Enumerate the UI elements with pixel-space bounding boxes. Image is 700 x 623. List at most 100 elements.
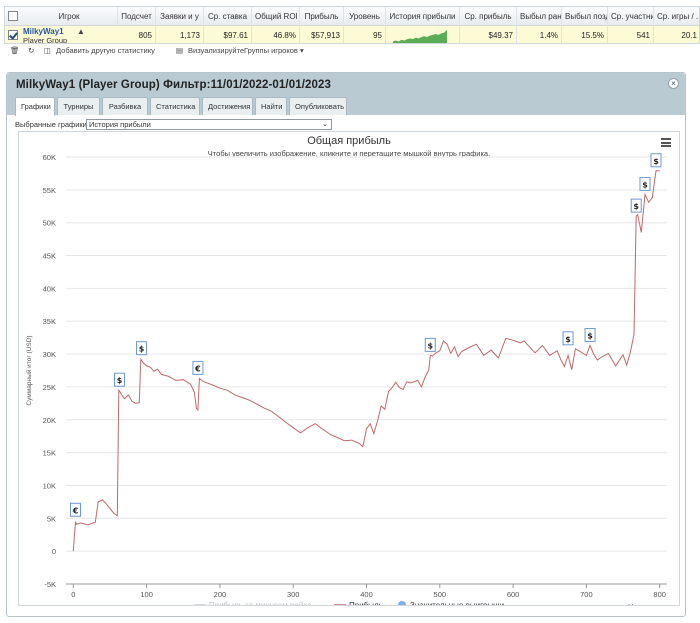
graph-selector-label: Выбранные графики: [15,120,89,129]
chart-title: Общая прибыль [307,135,391,147]
col-avg-profit[interactable]: Ср. прибыль [460,7,517,26]
y-tick-label: 35K [43,317,56,326]
player-name-link[interactable]: MilkyWay1 [23,27,64,36]
tab-graphs[interactable]: Графики [15,97,55,116]
tab-publish[interactable]: Опубликовать [289,97,347,115]
col-profit-history[interactable]: История прибыли [386,7,460,26]
y-tick-label: 20K [43,416,56,425]
tab-tournaments[interactable]: Турниры [57,97,100,115]
player-stats-table: Игрок Подсчет Заявки и у Ср. ставка Общи… [4,6,700,44]
y-tick-label: 0 [52,547,56,556]
row-checkbox[interactable] [8,30,18,40]
legend-profit-label: Прибыль [349,601,383,605]
col-late-out[interactable]: Выбыл позд [562,7,608,26]
x-tick-label: 0 [71,590,75,599]
tab-statistics[interactable]: Статистика [150,97,200,115]
big-win-symbol: $ [117,376,123,385]
x-tick-label: 600 [507,590,520,599]
x-tick-label: 200 [214,590,227,599]
val-games-per: 20.1 [654,26,699,43]
player-groups-dropdown[interactable]: Группы игроков ▾ [244,46,304,55]
col-roi[interactable]: Общий ROI [252,7,300,26]
val-late-out: 15.5% [562,26,608,43]
legend-rakeless-label: Прибыль за минусом рейка [209,601,312,605]
profit-history-sparkline [393,29,447,43]
y-tick-label: 55K [43,186,56,195]
player-groups-label: Группы игроков [244,46,298,55]
big-win-symbol: $ [427,341,433,350]
y-tick-label: -5K [44,580,56,589]
big-win-symbol: $ [139,345,145,354]
y-axis-title: Суммарный итог (USD) [25,335,33,405]
chart-container[interactable]: Общая прибыль Чтобы увеличить изображение… [18,131,680,611]
val-level: 95 [344,26,386,43]
player-group-icon: ▲ [77,27,85,36]
visualize-link[interactable]: Визуализируйте [188,46,244,55]
profit-series-line [72,170,660,552]
big-win-symbol: $ [587,332,593,341]
big-win-symbol: € [194,364,201,373]
refresh-icon[interactable]: ↻ [28,46,34,55]
val-count: 805 [118,26,156,43]
col-count[interactable]: Подсчет [118,7,156,26]
x-tick-label: 100 [140,590,153,599]
trash-icon[interactable]: 🗑 [10,46,20,55]
tab-breakdown[interactable]: Разбивка [102,97,148,115]
app-root: Игрок Подсчет Заявки и у Ср. ставка Общи… [0,0,700,623]
panel-title: MilkyWay1 (Player Group) Фильтр:11/01/20… [16,79,331,91]
val-avg-profit: $49.37 [460,26,517,43]
col-profit[interactable]: Прибыль [300,7,344,26]
player-panel: MilkyWay1 (Player Group) Фильтр:11/01/20… [6,72,686,617]
big-win-symbol: $ [642,180,648,189]
val-avg-stake: $97.61 [204,26,252,43]
y-tick-label: 40K [43,284,56,293]
add-stat-link[interactable]: Добавить другую статистику [56,46,155,55]
player-subtitle: Player Group [23,36,68,44]
col-games-per[interactable]: Ср. игры / . [654,7,699,26]
y-tick-label: 30K [43,350,56,359]
x-tick-label: 500 [434,590,447,599]
tab-search[interactable]: Найти [255,97,287,115]
y-tick-label: 45K [43,252,56,261]
stats-header-row: Игрок Подсчет Заявки и у Ср. ставка Общи… [5,7,699,26]
x-tick-label: 300 [287,590,300,599]
legend-bigwins-label: Значительные выигрыши [410,601,504,605]
graph-select-value: История прибыли [89,120,151,129]
big-win-symbol: € [72,506,79,515]
big-win-symbol: $ [565,335,571,344]
chart-menu-icon[interactable] [661,138,671,147]
profit-chart[interactable]: Общая прибыльЧтобы увеличить изображение… [19,132,679,611]
add-stat-icon: ◫ [44,46,52,55]
legend-bigwins-swatch [398,601,406,609]
col-early-out[interactable]: Выбыл ран [517,7,562,26]
close-icon[interactable]: × [668,78,679,89]
tab-achievements[interactable]: Достижения [202,97,253,115]
col-level[interactable]: Уровень [344,7,386,26]
col-player[interactable]: Игрок [21,7,118,26]
y-tick-label: 5K [47,514,56,523]
chevron-down-icon: ⌄ [322,121,328,128]
x-tick-label: 700 [580,590,593,599]
val-profit: $57,913 [300,26,344,43]
x-axis-title: Номер игры [628,604,667,605]
x-tick-label: 400 [360,590,373,599]
y-tick-label: 10K [43,481,56,490]
big-win-symbol: $ [633,202,639,211]
val-early-out: 1.4% [517,26,562,43]
col-entries[interactable]: Заявки и у [156,7,204,26]
x-tick-label: 800 [653,590,666,599]
col-avg-stake[interactable]: Ср. ставка [204,7,252,26]
val-roi: 46.8% [252,26,300,43]
panel-header: MilkyWay1 (Player Group) Фильтр:11/01/20… [7,73,685,116]
y-tick-label: 50K [43,219,56,228]
graph-select[interactable]: История прибыли ⌄ [86,119,332,130]
y-tick-label: 25K [43,383,56,392]
y-tick-label: 15K [43,449,56,458]
visualize-icon: ▤ [176,46,184,55]
select-all-checkbox[interactable] [8,11,18,21]
sparkline-area [393,29,447,43]
val-avg-entrants: 541 [608,26,654,43]
big-win-symbol: $ [653,157,659,166]
col-avg-entrants[interactable]: Ср. участни [608,7,654,26]
player-cell[interactable]: MilkyWay1 ▲ Player Group [23,26,118,44]
